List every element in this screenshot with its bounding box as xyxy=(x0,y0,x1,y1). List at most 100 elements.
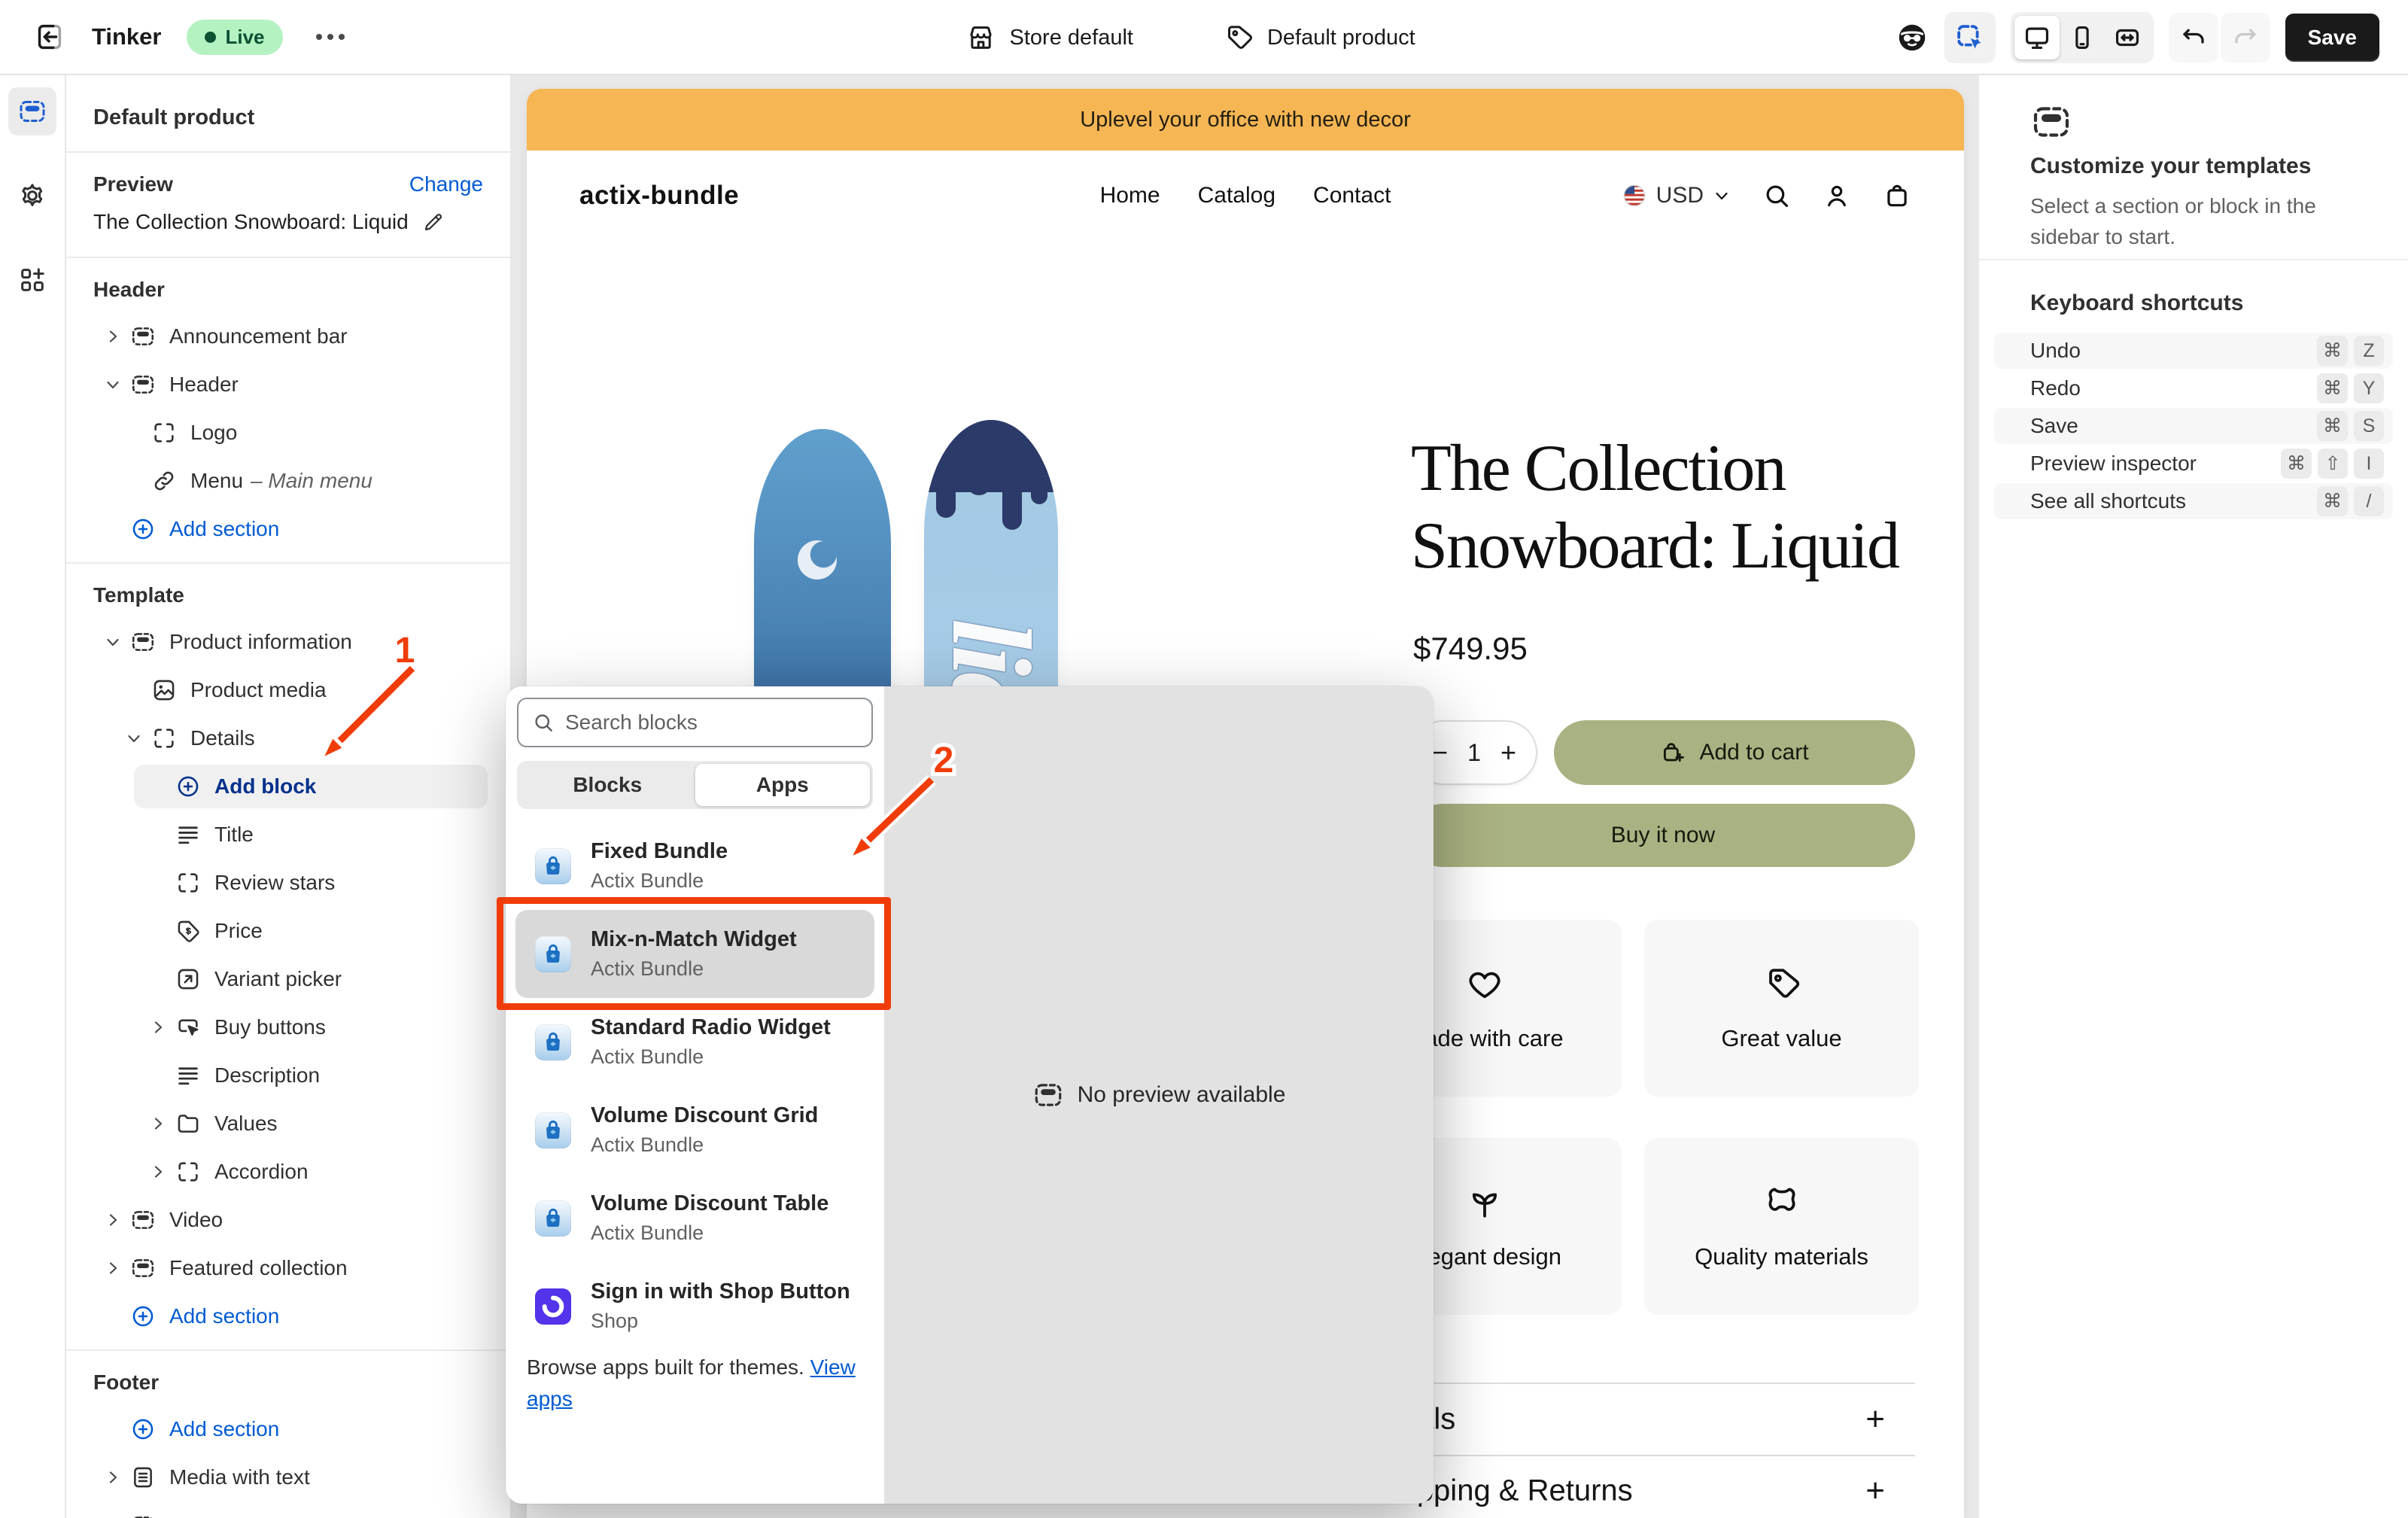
account-icon[interactable] xyxy=(1823,181,1851,210)
app-vendor: Actix Bundle xyxy=(591,1045,831,1069)
row-label: Values xyxy=(214,1112,278,1136)
chevron-icon[interactable] xyxy=(143,868,173,898)
redo-button[interactable] xyxy=(2221,13,2270,62)
sidebar-tree-row[interactable]: Variant picker xyxy=(66,955,510,1003)
inspect-tool-button[interactable] xyxy=(1944,12,1996,63)
change-preview-link[interactable]: Change xyxy=(409,172,483,196)
sidebar-tree-row[interactable]: Values xyxy=(66,1100,510,1148)
row-label: Accordion xyxy=(214,1160,309,1184)
sections-icon xyxy=(17,96,47,126)
row-type-icon xyxy=(128,1301,158,1331)
sidebar-tree-row[interactable]: Accordion xyxy=(66,1148,510,1196)
chevron-icon[interactable] xyxy=(98,1510,128,1518)
quantity-decrease-button[interactable]: − xyxy=(1432,737,1448,768)
chevron-icon[interactable] xyxy=(143,1012,173,1042)
chevron-icon[interactable] xyxy=(143,1157,173,1187)
undo-button[interactable] xyxy=(2169,13,2218,62)
quantity-increase-button[interactable]: + xyxy=(1500,737,1516,768)
chevron-icon[interactable] xyxy=(119,675,149,705)
app-block-item[interactable]: Fixed Bundle Actix Bundle xyxy=(515,822,874,910)
chevron-icon[interactable] xyxy=(119,723,149,753)
mobile-view-button[interactable] xyxy=(2060,16,2105,59)
chevron-icon[interactable] xyxy=(98,627,128,657)
sidebar-tree-row[interactable]: Video xyxy=(66,1196,510,1244)
chevron-icon[interactable] xyxy=(98,370,128,400)
preview-incognito-icon[interactable] xyxy=(1895,20,1929,55)
row-type-icon xyxy=(173,1157,203,1187)
chevron-icon[interactable] xyxy=(143,1109,173,1139)
sidebar-tree-row[interactable]: Add section xyxy=(66,1405,510,1453)
live-badge: Live xyxy=(187,20,282,55)
app-block-item[interactable]: Sign in with Shop Button Shop xyxy=(515,1262,874,1350)
row-type-icon xyxy=(173,1109,203,1139)
accordion-expand-icon[interactable]: + xyxy=(1865,1472,1885,1510)
sidebar-tree-row[interactable]: Media with text xyxy=(66,1453,510,1501)
sidebar-tree-row[interactable]: Review stars xyxy=(66,859,510,907)
sidebar-tree-row[interactable]: Announcement bar xyxy=(66,312,510,360)
chevron-icon[interactable] xyxy=(143,1060,173,1091)
edit-pencil-icon[interactable] xyxy=(422,211,445,233)
chevron-icon[interactable] xyxy=(143,771,173,802)
sidebar-tree-row[interactable]: Footer xyxy=(66,1501,510,1518)
more-actions-button[interactable] xyxy=(309,26,352,47)
sidebar-tree-row[interactable]: Featured collection xyxy=(66,1244,510,1292)
buy-it-now-button[interactable]: Buy it now xyxy=(1411,804,1915,867)
chevron-icon[interactable] xyxy=(98,1301,128,1331)
sidebar-tree-row[interactable]: Add section xyxy=(66,1292,510,1340)
rail-app-embeds-button[interactable] xyxy=(8,256,56,304)
tab-blocks[interactable]: Blocks xyxy=(520,764,695,806)
chevron-icon[interactable] xyxy=(98,514,128,544)
sidebar-tree-row[interactable]: Buy buttons xyxy=(66,1003,510,1051)
accordion-expand-icon[interactable]: + xyxy=(1865,1401,1885,1438)
nav-link[interactable]: Catalog xyxy=(1198,183,1275,208)
sidebar-tree-row[interactable]: Product media xyxy=(66,666,510,714)
chevron-icon[interactable] xyxy=(98,1462,128,1492)
announcement-bar[interactable]: Uplevel your office with new decor xyxy=(527,89,1964,151)
app-block-item[interactable]: Mix-n-Match Widget Actix Bundle xyxy=(515,910,874,998)
sidebar-tree-row[interactable]: Add section xyxy=(66,505,510,553)
sidebar-tree-row[interactable]: Header xyxy=(66,360,510,409)
sidebar-tree-row[interactable]: Title xyxy=(66,811,510,859)
rail-sections-button[interactable] xyxy=(8,87,56,135)
chevron-icon[interactable] xyxy=(98,1414,128,1444)
nav-link[interactable]: Home xyxy=(1100,183,1160,208)
search-blocks-field[interactable] xyxy=(517,698,873,747)
cart-icon[interactable] xyxy=(1883,181,1911,210)
app-block-item[interactable]: Volume Discount Grid Actix Bundle xyxy=(515,1086,874,1174)
search-blocks-input[interactable] xyxy=(565,710,858,735)
rail-settings-button[interactable] xyxy=(8,172,56,220)
chevron-icon[interactable] xyxy=(119,418,149,448)
currency-selector[interactable]: USD xyxy=(1622,183,1731,208)
tab-apps[interactable]: Apps xyxy=(695,764,871,806)
sidebar-tree-row[interactable]: Logo xyxy=(66,409,510,457)
exit-editor-icon[interactable] xyxy=(32,20,66,54)
chevron-icon[interactable] xyxy=(98,1205,128,1235)
chevron-icon[interactable] xyxy=(143,820,173,850)
nav-link[interactable]: Contact xyxy=(1313,183,1391,208)
keycap: ⌘ xyxy=(2317,411,2348,441)
app-block-item[interactable]: Volume Discount Table Actix Bundle xyxy=(515,1174,874,1262)
chevron-icon[interactable] xyxy=(119,466,149,496)
chevron-icon[interactable] xyxy=(98,321,128,351)
sidebar-tree-row[interactable]: Product information xyxy=(66,618,510,666)
row-label: Announcement bar xyxy=(169,324,348,348)
sidebar-tree-row[interactable]: Menu – Main menu xyxy=(66,457,510,505)
chevron-icon[interactable] xyxy=(143,916,173,946)
app-block-item[interactable]: Standard Radio Widget Actix Bundle xyxy=(515,998,874,1086)
sidebar-tree-row[interactable]: Add block xyxy=(134,765,488,808)
add-to-cart-button[interactable]: Add to cart xyxy=(1554,720,1915,785)
quantity-value: 1 xyxy=(1467,739,1481,767)
store-logo[interactable]: actix-bundle xyxy=(579,181,739,211)
sidebar-tree-row[interactable]: Description xyxy=(66,1051,510,1100)
search-icon[interactable] xyxy=(1762,181,1791,210)
chevron-icon[interactable] xyxy=(98,1253,128,1283)
save-button[interactable]: Save xyxy=(2285,14,2379,62)
row-label: Header xyxy=(169,373,239,397)
sidebar-tree-row[interactable]: Details xyxy=(66,714,510,762)
desktop-view-button[interactable] xyxy=(2014,16,2060,59)
template-context-selector[interactable]: Default product xyxy=(1224,23,1415,53)
sidebar-tree-row[interactable]: Price xyxy=(66,907,510,955)
fullwidth-view-button[interactable] xyxy=(2105,16,2150,59)
chevron-icon[interactable] xyxy=(143,964,173,994)
store-context-selector[interactable]: Store default xyxy=(966,23,1133,53)
